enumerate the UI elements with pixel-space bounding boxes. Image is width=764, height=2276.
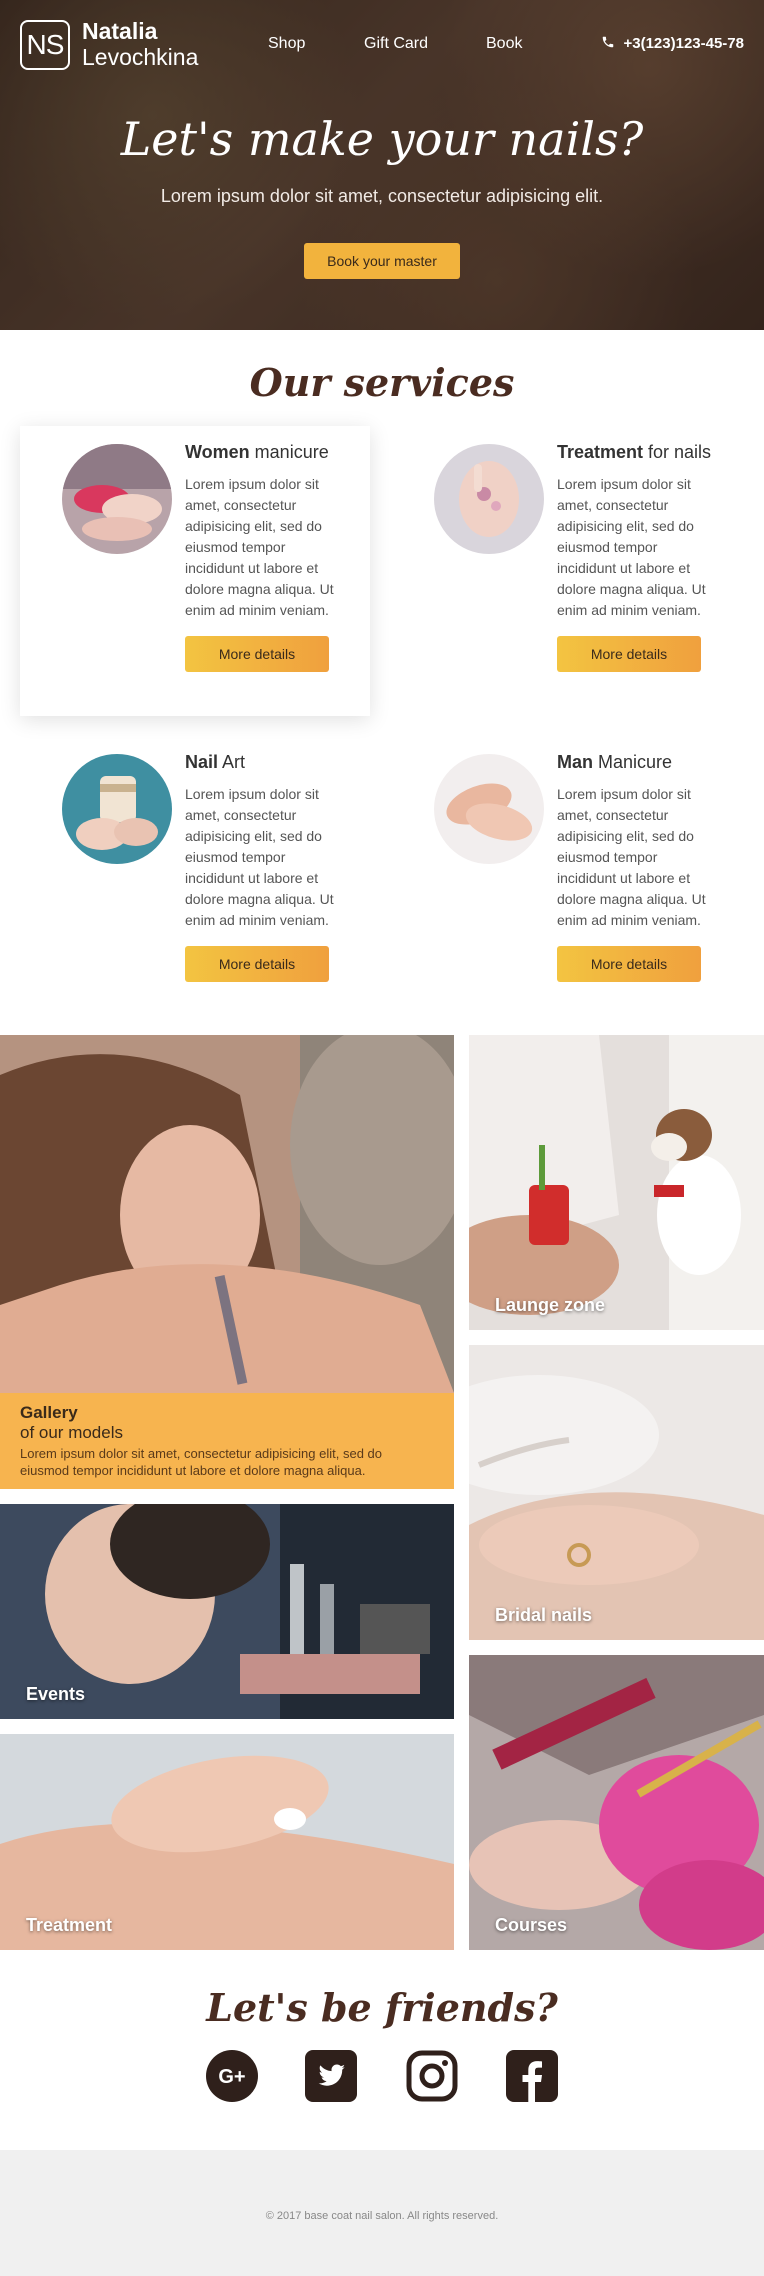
hero-section: NS Natalia Levochkina Shop Gift Card Boo…	[0, 0, 764, 330]
nav-book[interactable]: Book	[486, 35, 522, 53]
service-card-women-manicure[interactable]: Women manicure Lorem ipsum dolor sit ame…	[20, 426, 370, 716]
svg-text:G+: G+	[218, 2066, 245, 2088]
gallery-main-model-image[interactable]	[0, 1035, 454, 1393]
gallery-description: Lorem ipsum dolor sit amet, consectetur …	[20, 1446, 383, 1478]
google-plus-icon[interactable]: G+	[206, 2050, 258, 2102]
service-image-women-manicure	[62, 444, 172, 554]
nav-shop[interactable]: Shop	[268, 35, 305, 53]
copyright-text: © 2017 base coat nail salon. All rights …	[265, 2210, 499, 2222]
tile-label: Courses	[495, 1915, 568, 1935]
gallery-title: Gallery	[20, 1403, 78, 1422]
logo-mark[interactable]: NS	[20, 20, 70, 70]
tile-label: Treatment	[26, 1915, 113, 1935]
phone-link[interactable]: +3(123)123-45-78	[601, 35, 744, 52]
friends-section: Let's be friends? G+	[0, 1950, 764, 2150]
gallery-subtitle: of our models	[20, 1423, 123, 1442]
nav-gift-card[interactable]: Gift Card	[364, 35, 428, 53]
service-card-man-manicure[interactable]: Man Manicure Lorem ipsum dolor sit amet,…	[392, 736, 742, 1026]
service-name: Nail Art	[185, 752, 246, 772]
gallery-tile-events[interactable]: Events	[0, 1504, 454, 1719]
service-card-treatment-for-nails[interactable]: Treatment for nails Lorem ipsum dolor si…	[392, 426, 742, 716]
more-details-button[interactable]: More details	[185, 636, 329, 672]
service-name: Man Manicure	[557, 752, 673, 772]
service-image-treatment	[434, 444, 544, 554]
service-description: Lorem ipsum dolor sit amet, consectetur …	[185, 786, 334, 928]
instagram-icon[interactable]	[406, 2050, 458, 2102]
twitter-icon[interactable]	[305, 2050, 357, 2102]
logo-name[interactable]: Natalia Levochkina	[82, 18, 198, 70]
service-description: Lorem ipsum dolor sit amet, consectetur …	[185, 476, 334, 618]
services-section: Our services Women manicure Lorem ipsum …	[0, 330, 764, 1035]
phone-number: +3(123)123-45-78	[623, 35, 744, 52]
tile-label: Launge zone	[495, 1295, 606, 1315]
more-details-button[interactable]: More details	[557, 636, 701, 672]
hero-subtitle: Lorem ipsum dolor sit amet, consectetur …	[160, 186, 604, 206]
logo-last-name: Levochkina	[82, 44, 199, 70]
gallery-section: Gallery of our models Lorem ipsum dolor …	[0, 1035, 764, 1950]
gallery-tile-launge-zone[interactable]: Launge zone	[469, 1035, 764, 1330]
service-image-nail-art	[62, 754, 172, 864]
footer: © 2017 base coat nail salon. All rights …	[0, 2150, 764, 2276]
service-image-man-manicure	[434, 754, 544, 864]
logo-first-name: Natalia	[82, 18, 158, 44]
gallery-tile-treatment[interactable]: Treatment	[0, 1734, 454, 1950]
tile-label: Events	[26, 1684, 86, 1704]
phone-icon	[603, 36, 614, 48]
more-details-button[interactable]: More details	[185, 946, 329, 982]
services-title: Our services	[249, 360, 515, 405]
service-description: Lorem ipsum dolor sit amet, consectetur …	[557, 476, 706, 618]
service-name: Women manicure	[185, 442, 329, 462]
more-details-button[interactable]: More details	[557, 946, 701, 982]
gallery-tile-bridal-nails[interactable]: Bridal nails	[469, 1345, 764, 1640]
gallery-tile-courses[interactable]: Courses	[469, 1655, 764, 1950]
service-name: Treatment for nails	[557, 442, 712, 462]
service-card-nail-art[interactable]: Nail Art Lorem ipsum dolor sit amet, con…	[20, 736, 370, 1026]
top-navigation: NS Natalia Levochkina Shop Gift Card Boo…	[0, 0, 764, 90]
facebook-icon[interactable]	[506, 2050, 558, 2102]
hero-title: Let's make your nails?	[120, 112, 644, 166]
gallery-info-banner: Gallery of our models Lorem ipsum dolor …	[0, 1393, 454, 1489]
service-description: Lorem ipsum dolor sit amet, consectetur …	[557, 786, 706, 928]
book-master-button[interactable]: Book your master	[304, 243, 460, 279]
tile-label: Bridal nails	[495, 1605, 593, 1625]
friends-title: Let's be friends?	[206, 1985, 558, 2030]
